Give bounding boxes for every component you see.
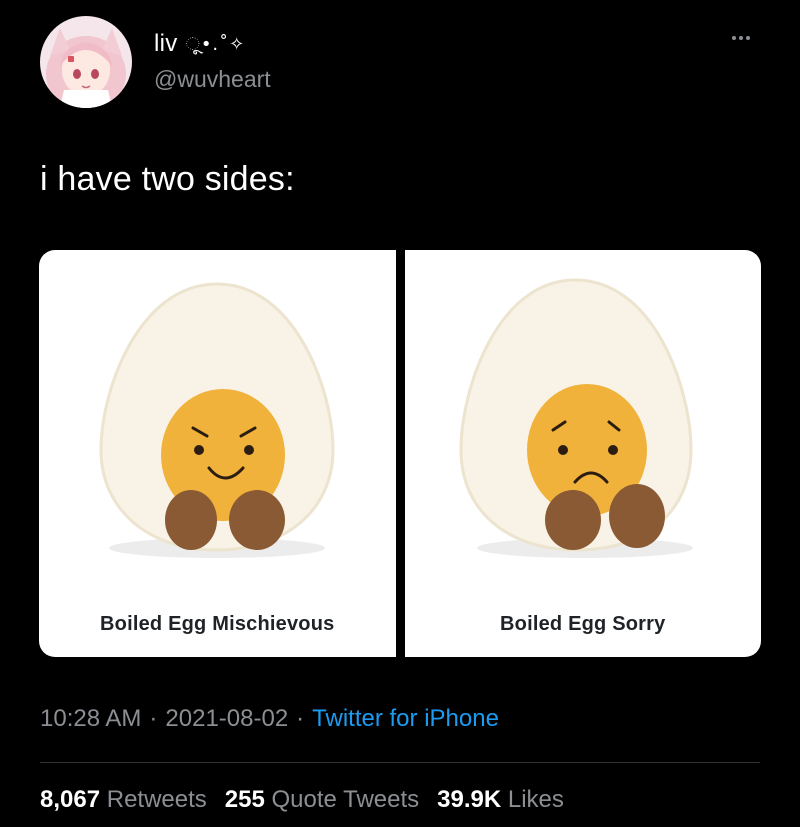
likes-stat[interactable]: 39.9K Likes: [437, 786, 564, 814]
likes-label: Likes: [507, 786, 564, 813]
tweet-date[interactable]: 2021-08-02: [165, 705, 288, 733]
retweets-count: 8,067: [40, 786, 101, 813]
retweets-stat[interactable]: 8,067 Retweets: [40, 786, 207, 814]
divider: [40, 762, 760, 763]
tweet-text: i have two sides:: [40, 160, 295, 198]
quote-tweets-stat[interactable]: 255 Quote Tweets: [225, 786, 419, 814]
tweet-time[interactable]: 10:28 AM: [40, 705, 141, 733]
media-caption: Boiled Egg Mischievous: [100, 613, 335, 635]
avatar[interactable]: [40, 16, 132, 108]
retweets-label: Retweets: [106, 786, 207, 813]
tweet-source-link[interactable]: Twitter for iPhone: [312, 705, 499, 733]
egg-plush-sorry-image: [458, 278, 693, 558]
tweet-media-grid: Boiled Egg Mischievous Boiled Egg Sorry: [39, 250, 761, 657]
media-card-sorry[interactable]: Boiled Egg Sorry: [404, 250, 761, 657]
author-name-decoration: ૂ•.˚✧: [185, 33, 246, 55]
more-horizontal-icon[interactable]: [732, 36, 756, 46]
media-card-mischievous[interactable]: Boiled Egg Mischievous: [39, 250, 396, 657]
author-display-name[interactable]: liv: [154, 30, 178, 58]
tweet-meta: 10:28 AM · 2021-08-02 · Twitter for iPho…: [40, 705, 499, 733]
author-name-row[interactable]: liv ૂ•.˚✧: [154, 30, 245, 58]
egg-plush-mischievous-image: [99, 282, 335, 558]
quote-tweets-count: 255: [224, 786, 265, 813]
tweet-stats: 8,067 Retweets 255 Quote Tweets 39.9K Li…: [40, 786, 564, 814]
meta-separator: ·: [149, 705, 158, 732]
meta-separator: ·: [296, 705, 305, 732]
author-handle[interactable]: @wuvheart: [154, 66, 271, 93]
likes-count: 39.9K: [437, 786, 502, 813]
avatar-illustration: [40, 16, 132, 108]
media-caption: Boiled Egg Sorry: [500, 613, 666, 635]
quote-tweets-label: Quote Tweets: [271, 786, 420, 813]
